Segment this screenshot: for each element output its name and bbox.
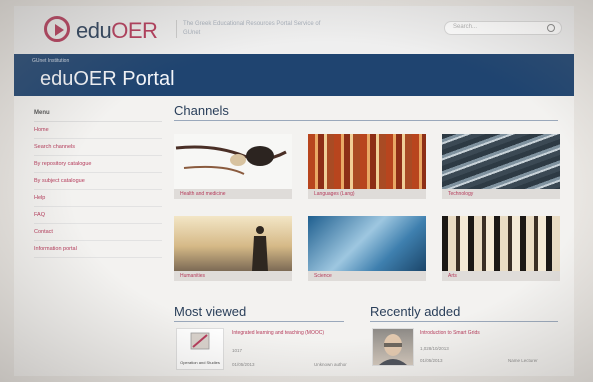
channel-image	[308, 134, 426, 189]
channel-label: Humanities	[174, 271, 292, 281]
sidebar-menu: Menu Home Search channels By repository …	[34, 108, 162, 258]
thumbnail-caption: Operation and Studies	[180, 360, 220, 365]
sidebar-item-contact[interactable]: Contact	[34, 224, 162, 241]
recently-added-item-title[interactable]: Introduction to Smart Grids	[420, 330, 554, 336]
search-placeholder: Search...	[453, 24, 478, 30]
silhouette-image-icon	[252, 226, 268, 271]
channel-tile-technology[interactable]: Technology	[442, 134, 560, 199]
channel-image	[442, 216, 560, 271]
sidebar-item-help[interactable]: Help	[34, 190, 162, 207]
sidebar-item-information-portal[interactable]: Information portal	[34, 241, 162, 258]
site-tagline: The Greek Educational Resources Portal S…	[176, 20, 323, 38]
channel-tile-arts[interactable]: Arts	[442, 216, 560, 281]
added-date-line: 1,028/10/2013	[420, 346, 449, 351]
channel-label: Arts	[442, 271, 560, 281]
play-logo-icon[interactable]	[44, 16, 70, 42]
lecturer-name: Name Lecturer	[508, 358, 538, 363]
document-icon	[190, 332, 210, 350]
recently-added-divider	[370, 321, 558, 322]
publish-date: 01/05/2013	[232, 362, 255, 367]
logo-suffix: OER	[111, 18, 158, 43]
sidebar-item-faq[interactable]: FAQ	[34, 207, 162, 224]
author-name: Unknown author	[314, 362, 347, 367]
channel-label: Science	[308, 271, 426, 281]
channel-tile-science[interactable]: Science	[308, 216, 426, 281]
channel-label: Languages (Lang)	[308, 189, 426, 199]
breadcrumb[interactable]: GUnet Institution	[32, 58, 69, 64]
person-photo-icon	[379, 334, 407, 365]
channel-image	[442, 134, 560, 189]
sidebar-item-search-channels[interactable]: Search channels	[34, 139, 162, 156]
site-logo[interactable]: eduOER	[76, 18, 158, 44]
channel-tile-languages[interactable]: Languages (Lang)	[308, 134, 426, 199]
channel-tile-humanities[interactable]: Humanities	[174, 216, 292, 281]
most-viewed-item-title[interactable]: Integrated learning and teaching (MOOC)	[232, 330, 358, 336]
channel-image	[308, 216, 426, 271]
channels-heading: Channels	[174, 103, 229, 118]
search-icon[interactable]	[547, 24, 555, 32]
most-viewed-thumbnail[interactable]: Operation and Studies	[176, 328, 224, 370]
recently-added-heading: Recently added	[370, 304, 461, 319]
sidebar-item-repository-catalogue[interactable]: By repository catalogue	[34, 156, 162, 173]
browser-page: eduOER The Greek Educational Resources P…	[14, 6, 574, 376]
most-viewed-divider	[174, 321, 344, 322]
logo-prefix: edu	[76, 18, 112, 43]
page-title: eduOER Portal	[40, 68, 175, 90]
portal-banner: GUnet Institution eduOER Portal	[14, 54, 574, 96]
channels-divider	[174, 120, 558, 121]
channel-label: Health and medicine	[174, 189, 292, 199]
sidebar-item-home[interactable]: Home	[34, 122, 162, 139]
glasses-image-icon	[175, 145, 287, 175]
channel-image	[174, 134, 292, 189]
recently-added-thumbnail[interactable]	[372, 328, 414, 366]
search-input[interactable]: Search...	[444, 21, 562, 35]
channel-label: Technology	[442, 189, 560, 199]
site-header: eduOER The Greek Educational Resources P…	[14, 6, 574, 54]
view-count: 1017	[232, 348, 243, 353]
sidebar-item-subject-catalogue[interactable]: By subject catalogue	[34, 173, 162, 190]
most-viewed-heading: Most viewed	[174, 304, 247, 319]
channel-image	[174, 216, 292, 271]
added-date: 01/05/2013	[420, 358, 443, 363]
sidebar-heading: Menu	[34, 108, 162, 122]
channel-tile-health[interactable]: Health and medicine	[174, 134, 292, 199]
